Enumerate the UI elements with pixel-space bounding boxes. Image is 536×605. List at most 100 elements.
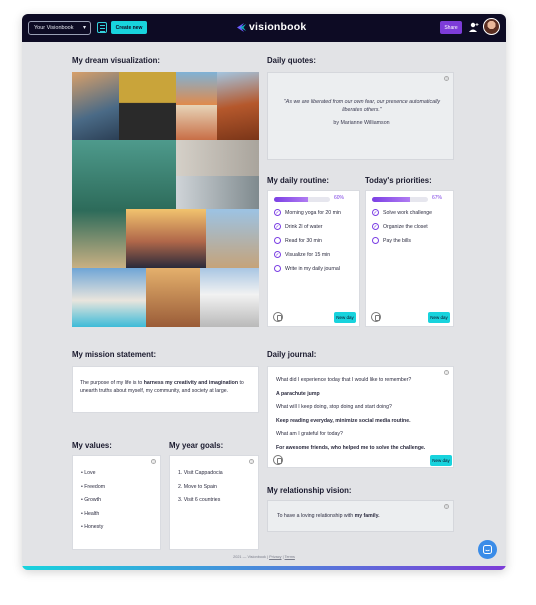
dream-visualization-title: My dream visualization: <box>72 56 160 65</box>
terms-link[interactable]: Terms <box>285 555 295 559</box>
info-icon[interactable]: ? <box>444 76 449 81</box>
collage-image-eiffel <box>206 209 259 268</box>
info-icon[interactable]: ? <box>444 504 449 509</box>
task-item[interactable]: Pay the bills <box>372 237 411 244</box>
collage-image-white-house <box>200 268 259 327</box>
journal-question: What am I grateful for today? <box>276 431 343 437</box>
task-label: Read for 30 min <box>285 237 322 244</box>
chat-button[interactable] <box>478 540 497 559</box>
routine-new-day-button[interactable]: New day <box>334 312 356 323</box>
privacy-link[interactable]: Privacy <box>269 555 281 559</box>
add-user-icon[interactable] <box>469 22 479 33</box>
journal-card[interactable]: ? What did I experience today that I wou… <box>267 366 454 468</box>
collage-image-villa <box>72 268 146 327</box>
task-item[interactable]: ✓ Visualize for 15 min <box>274 251 330 258</box>
quote-text: "As we are liberated from our own fear, … <box>283 99 441 113</box>
avatar[interactable] <box>483 18 500 35</box>
logo-mark-icon <box>237 22 246 32</box>
mission-text: The purpose of my life is to harness my … <box>80 380 244 395</box>
journal-answer: Keep reading everyday, minimize social m… <box>276 417 411 424</box>
task-item[interactable]: ✓ Morning yoga for 20 min <box>274 209 341 216</box>
info-icon[interactable]: ? <box>444 370 449 375</box>
relationship-vision-title: My relationship vision: <box>267 486 352 495</box>
task-item[interactable]: Write in my daily journal <box>274 265 340 272</box>
priorities-progress-bar <box>372 197 428 202</box>
task-item[interactable]: ✓ Solve work challenge <box>372 209 432 216</box>
chevron-down-icon: ▾ <box>82 25 86 31</box>
task-label: Visualize for 15 min <box>285 251 331 258</box>
values-title: My values: <box>72 441 112 450</box>
collage-image-airplane <box>72 72 119 140</box>
unchecked-icon[interactable] <box>372 237 379 244</box>
create-new-button[interactable]: Create new <box>111 21 147 34</box>
list-item: • Love <box>81 470 96 476</box>
task-label: Solve work challenge <box>383 209 433 216</box>
top-navigation-bar: Your Visionbook ▾ Create new visionbook … <box>22 14 506 42</box>
task-label: Morning yoga for 20 min <box>285 209 341 216</box>
list-item: • Honesty <box>81 524 104 530</box>
list-item: • Freedom <box>81 483 106 490</box>
values-card[interactable]: ? • Love • Freedom • Growth • Health • Hones… <box>72 455 161 550</box>
checked-icon[interactable]: ✓ <box>274 209 281 216</box>
collage-image-fitness <box>176 176 259 209</box>
unchecked-icon[interactable] <box>274 265 281 272</box>
journal-answer: A parachute jump <box>276 390 320 397</box>
task-label: Organize the closet <box>383 223 428 230</box>
journal-question: What will I keep doing, stop doing and s… <box>276 404 392 410</box>
share-button[interactable]: Share <box>440 21 462 34</box>
info-icon[interactable]: ? <box>249 459 254 464</box>
collage-image-yoga <box>176 140 259 176</box>
list-item: 3. Visit 6 countries <box>178 497 221 503</box>
journal-question: What did I experience today that I would… <box>276 377 412 383</box>
year-goals-title: My year goals: <box>169 441 224 450</box>
daily-journal-title: Daily journal: <box>267 350 317 359</box>
checked-icon[interactable]: ✓ <box>372 223 379 230</box>
task-label: Pay the bills <box>383 237 411 244</box>
journal-new-day-button[interactable]: New day <box>430 455 452 466</box>
task-item[interactable]: ✓ Organize the closet <box>372 223 428 230</box>
bottom-accent-bar <box>22 566 506 570</box>
routine-progress-bar <box>274 197 330 202</box>
dream-collage[interactable] <box>72 72 259 327</box>
mission-statement-title: My mission statement: <box>72 350 157 359</box>
sliders-icon[interactable] <box>97 22 107 33</box>
list-item: • Growth <box>81 497 101 503</box>
list-item: 1. Visit Cappadocia <box>178 470 223 476</box>
quote-author: by Marianne Williamson <box>333 120 390 126</box>
priorities-progress-label: 67% <box>432 195 443 201</box>
daily-routine-title: My daily routine: <box>267 176 329 185</box>
collage-image-car <box>119 72 176 140</box>
task-item[interactable]: Read for 30 min <box>274 237 322 244</box>
chat-icon <box>483 545 492 554</box>
mission-card[interactable]: The purpose of my life is to harness my … <box>72 366 259 413</box>
visionbook-select[interactable]: Your Visionbook ▾ <box>28 21 91 35</box>
daily-quotes-title: Daily quotes: <box>267 56 316 65</box>
relationship-card[interactable]: ? To have a loving relationship with my … <box>267 500 454 532</box>
list-item: 2. Move to Spain <box>178 483 217 490</box>
collage-image-cappadocia <box>146 268 200 327</box>
goals-card[interactable]: ? 1. Visit Cappadocia 2. Move to Spain 3. … <box>169 455 259 550</box>
history-icon[interactable] <box>371 312 381 322</box>
quote-card: ? "As we are liberated from our own fear… <box>267 72 454 160</box>
checked-icon[interactable]: ✓ <box>274 251 281 258</box>
info-icon[interactable]: ? <box>151 459 156 464</box>
checked-icon[interactable]: ✓ <box>274 223 281 230</box>
unchecked-icon[interactable] <box>274 237 281 244</box>
history-icon[interactable] <box>273 455 283 465</box>
task-label: Write in my daily journal <box>285 265 340 272</box>
visionbook-logo[interactable]: visionbook <box>236 21 306 33</box>
app-window: Your Visionbook ▾ Create new visionbook … <box>22 14 506 570</box>
checked-icon[interactable]: ✓ <box>372 209 379 216</box>
task-label: Drink 2l of water <box>285 223 323 230</box>
collage-image-sunset-friends <box>126 209 206 268</box>
priorities-new-day-button[interactable]: New day <box>428 312 450 323</box>
collage-image-street <box>176 105 217 140</box>
task-item[interactable]: ✓ Drink 2l of water <box>274 223 322 230</box>
visionbook-select-label: Your Visionbook <box>34 25 74 31</box>
journal-answer: For awesome friends, who helped me to so… <box>276 444 426 451</box>
history-icon[interactable] <box>273 312 283 322</box>
routine-card: 60% ✓ Morning yoga for 20 min ✓ Drink 2l of… <box>267 190 360 327</box>
collage-image-canyon <box>217 72 259 140</box>
routine-progress-label: 60% <box>334 195 345 201</box>
priorities-card: 67% ✓ Solve work challenge ✓ Organize the c… <box>365 190 454 327</box>
